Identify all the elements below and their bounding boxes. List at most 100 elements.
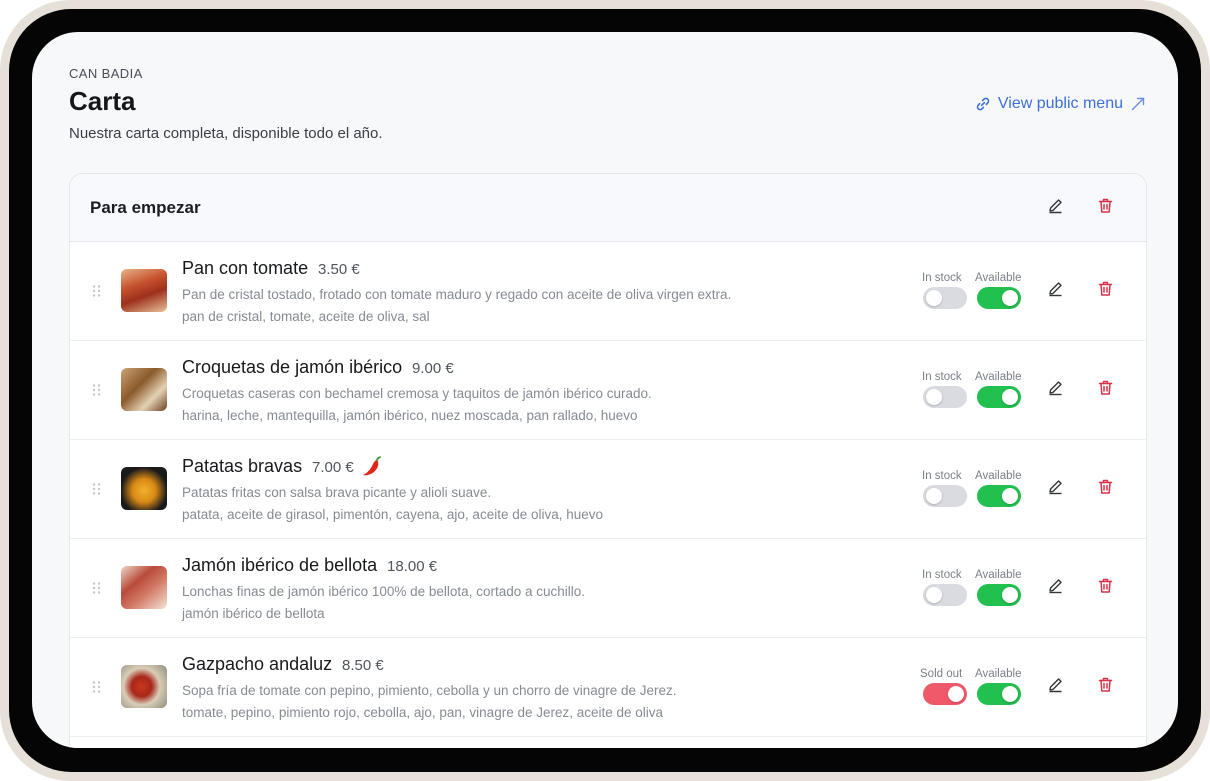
- external-arrow-icon: [1130, 96, 1146, 112]
- edit-item-button[interactable]: [1042, 575, 1068, 601]
- stock-toggle[interactable]: [923, 584, 967, 606]
- menu-item-row: Gazpacho andaluz 8.50 € Sopa fría de tom…: [70, 638, 1146, 737]
- trash-icon: [1097, 280, 1114, 302]
- item-ingredients: tomate, pepino, pimiento rojo, cebolla, …: [182, 705, 664, 720]
- link-icon: [975, 96, 991, 112]
- stock-status-label: Sold out: [920, 668, 963, 680]
- item-list: Pan con tomate 3.50 € Pan de cristal tos…: [70, 242, 1146, 737]
- edit-item-button[interactable]: [1042, 278, 1068, 304]
- item-price: 8.50 €: [342, 657, 384, 674]
- item-photo: [121, 467, 167, 510]
- item-description: Patatas fritas con salsa brava picante y…: [182, 485, 492, 500]
- restaurant-name: CAN BADIA: [69, 66, 143, 81]
- view-public-menu-label: View public menu: [997, 95, 1123, 112]
- delete-item-button[interactable]: [1092, 674, 1118, 700]
- drag-handle-icon[interactable]: [90, 284, 104, 298]
- stock-status-label: In stock: [922, 272, 962, 284]
- pencil-icon: [1047, 577, 1064, 599]
- trash-icon: [1097, 197, 1114, 219]
- delete-item-button[interactable]: [1092, 575, 1118, 601]
- toggle-knob: [926, 488, 942, 504]
- stock-status-label: In stock: [922, 371, 962, 383]
- item-price: 9.00 €: [412, 360, 454, 377]
- stock-toggle[interactable]: [923, 485, 967, 507]
- availability-toggle[interactable]: [977, 287, 1021, 309]
- delete-item-button[interactable]: [1092, 377, 1118, 403]
- drag-handle-icon[interactable]: [90, 383, 104, 397]
- delete-section-button[interactable]: [1092, 195, 1118, 221]
- item-price: 18.00 €: [387, 558, 438, 575]
- item-name: Croquetas de jamón ibérico: [182, 357, 403, 377]
- availability-toggle[interactable]: [977, 683, 1021, 705]
- item-description: Lonchas finas de jamón ibérico 100% de b…: [182, 584, 586, 599]
- drag-handle-icon[interactable]: [90, 680, 104, 694]
- item-name: Patatas bravas: [182, 456, 303, 476]
- availability-toggle[interactable]: [977, 485, 1021, 507]
- edit-item-button[interactable]: [1042, 476, 1068, 502]
- stock-toggle[interactable]: [923, 287, 967, 309]
- stock-toggle[interactable]: [923, 683, 967, 705]
- stock-toggle[interactable]: [923, 386, 967, 408]
- item-description: Pan de cristal tostado, frotado con toma…: [182, 287, 732, 302]
- toggle-knob: [1002, 290, 1018, 306]
- drag-handle-icon[interactable]: [90, 482, 104, 496]
- pencil-icon: [1047, 280, 1064, 302]
- view-public-menu-link[interactable]: View public menu: [975, 95, 1146, 113]
- trash-icon: [1097, 478, 1114, 500]
- stock-status-label: In stock: [922, 470, 962, 482]
- item-photo: [121, 566, 167, 609]
- availability-label: Available: [975, 569, 1022, 581]
- item-price: 7.00 €: [312, 459, 354, 476]
- screen: CAN BADIA Carta Nuestra carta completa, …: [32, 32, 1178, 748]
- availability-label: Available: [975, 470, 1022, 482]
- menu-item-row: Croquetas de jamón ibérico 9.00 € Croque…: [70, 341, 1146, 440]
- chili-pepper-icon: [360, 454, 384, 483]
- toggle-knob: [926, 587, 942, 603]
- drag-handle-icon[interactable]: [90, 581, 104, 595]
- item-name: Gazpacho andaluz: [182, 654, 333, 674]
- pencil-icon: [1047, 379, 1064, 401]
- delete-item-button[interactable]: [1092, 476, 1118, 502]
- pencil-icon: [1047, 478, 1064, 500]
- trash-icon: [1097, 676, 1114, 698]
- toggle-knob: [1002, 587, 1018, 603]
- menu-item-row: Patatas bravas 7.00 € Patatas fritas con…: [70, 440, 1146, 539]
- item-price: 3.50 €: [318, 261, 360, 278]
- toggle-knob: [1002, 389, 1018, 405]
- edit-item-button[interactable]: [1042, 377, 1068, 403]
- toggle-knob: [948, 686, 964, 702]
- pencil-icon: [1047, 676, 1064, 698]
- item-description: Sopa fría de tomate con pepino, pimiento…: [182, 683, 677, 698]
- edit-item-button[interactable]: [1042, 674, 1068, 700]
- availability-toggle[interactable]: [977, 584, 1021, 606]
- item-ingredients: harina, leche, mantequilla, jamón ibéric…: [182, 408, 638, 423]
- delete-item-button[interactable]: [1092, 278, 1118, 304]
- toggle-knob: [926, 290, 942, 306]
- item-photo: [121, 368, 167, 411]
- toggle-knob: [1002, 488, 1018, 504]
- availability-toggle[interactable]: [977, 386, 1021, 408]
- trash-icon: [1097, 577, 1114, 599]
- toggle-knob: [1002, 686, 1018, 702]
- stock-status-label: In stock: [922, 569, 962, 581]
- page-title: Carta: [69, 86, 136, 116]
- section-title: Para empezar: [90, 198, 201, 217]
- menu-section-card: Para empezar Pan con tomate 3.50 € Pan d…: [69, 173, 1147, 748]
- item-description: Croquetas caseras con bechamel cremosa y…: [182, 386, 652, 401]
- availability-label: Available: [975, 272, 1022, 284]
- menu-item-row: Pan con tomate 3.50 € Pan de cristal tos…: [70, 242, 1146, 341]
- page-subtitle: Nuestra carta completa, disponible todo …: [69, 125, 383, 142]
- pencil-icon: [1047, 197, 1064, 219]
- item-ingredients: pan de cristal, tomate, aceite de oliva,…: [182, 309, 430, 324]
- item-name: Pan con tomate: [182, 258, 309, 278]
- section-header: Para empezar: [70, 174, 1146, 242]
- availability-label: Available: [975, 371, 1022, 383]
- availability-label: Available: [975, 668, 1022, 680]
- item-name: Jamón ibérico de bellota: [182, 555, 378, 575]
- item-photo: [121, 269, 167, 312]
- item-ingredients: jamón ibérico de bellota: [182, 606, 325, 621]
- menu-item-row: Jamón ibérico de bellota 18.00 € Lonchas…: [70, 539, 1146, 638]
- toggle-knob: [926, 389, 942, 405]
- trash-icon: [1097, 379, 1114, 401]
- edit-section-button[interactable]: [1042, 195, 1068, 221]
